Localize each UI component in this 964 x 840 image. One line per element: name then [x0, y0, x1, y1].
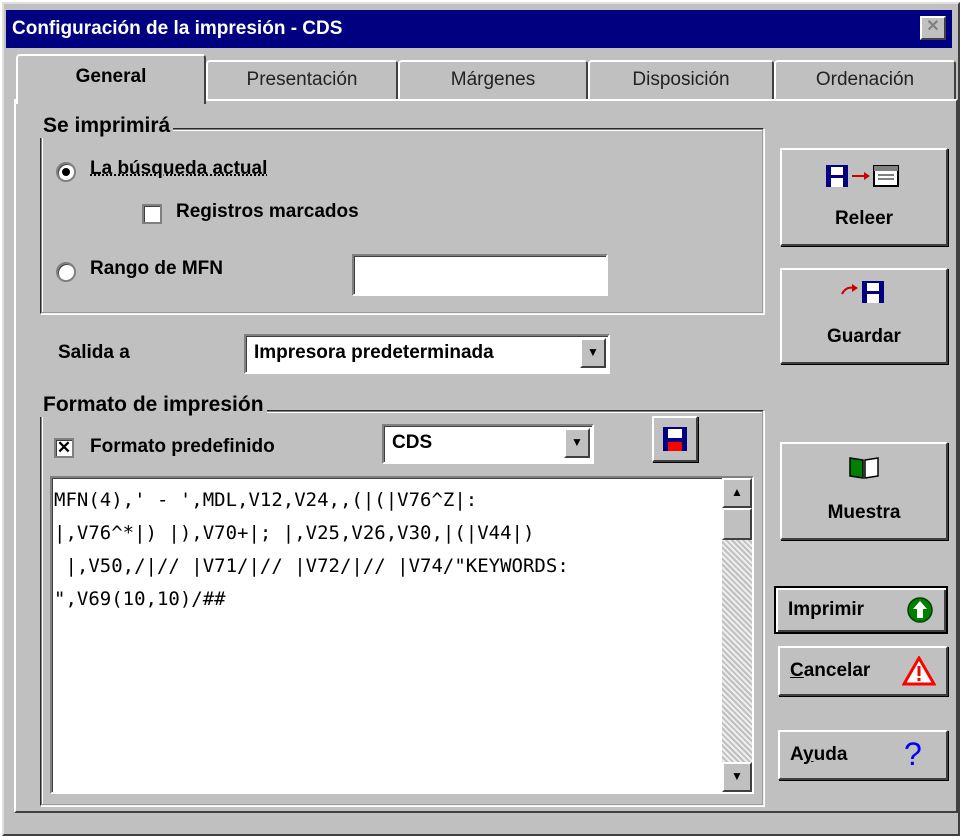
print-button[interactable]: Imprimir — [774, 586, 948, 634]
help-button[interactable]: Ayuda ? — [778, 730, 948, 780]
warning-triangle-icon — [902, 656, 936, 686]
save-button[interactable]: Guardar — [780, 268, 948, 364]
cancel-label-rest: ancelar — [803, 660, 871, 681]
output-label: Salida a — [58, 342, 130, 363]
print-label: Imprimir — [788, 599, 865, 620]
help-label-rest: uda — [813, 744, 848, 765]
output-select[interactable]: Impresora predeterminada ▼ — [244, 334, 610, 374]
mfn-range-label[interactable]: Rango de MFN — [90, 258, 223, 280]
scroll-thumb[interactable] — [722, 508, 752, 540]
save-format-button[interactable] — [652, 416, 698, 462]
tab-disposicion[interactable]: Disposición — [588, 60, 774, 100]
cancel-button[interactable]: Cancelar — [778, 646, 948, 696]
tab-label: Ordenación — [815, 69, 915, 90]
close-icon: ✕ — [926, 18, 940, 35]
question-mark-icon: ? — [904, 736, 922, 772]
format-scrollbar[interactable]: ▲ ▼ — [722, 478, 752, 792]
arrow-to-disk-icon — [841, 281, 884, 303]
tab-label: General — [75, 66, 147, 87]
current-search-label[interactable]: La búsqueda actual — [90, 158, 267, 180]
format-text: MFN(4),' - ',MDL,V12,V24,,(|(|V76^Z|: |,… — [54, 489, 569, 610]
help-label-prefix: A — [790, 744, 804, 765]
green-up-arrow-icon — [907, 597, 933, 623]
format-select[interactable]: CDS ▼ — [382, 424, 594, 464]
cancel-label: Cancelar — [790, 660, 870, 682]
checkbox-check-icon: ✕ — [56, 438, 72, 457]
predefined-format-checkbox[interactable]: ✕ — [54, 438, 74, 458]
current-search-radio[interactable] — [56, 162, 76, 182]
output-selected-value: Impresora predeterminada — [254, 342, 494, 363]
cancel-accelerator: C — [790, 660, 804, 681]
chevron-down-icon[interactable]: ▼ — [580, 338, 606, 368]
window-title: Configuración de la impresión - CDS — [12, 18, 343, 39]
sample-button[interactable]: Muestra — [780, 442, 948, 540]
mfn-range-radio[interactable] — [56, 262, 76, 282]
chevron-down-icon[interactable]: ▼ — [564, 428, 590, 458]
close-button[interactable]: ✕ — [920, 16, 946, 40]
format-editor[interactable]: MFN(4),' - ',MDL,V12,V24,,(|(|V76^Z|: |,… — [50, 476, 754, 794]
title-bar[interactable]: Configuración de la impresión - CDS ✕ — [6, 10, 952, 48]
tab-presentacion[interactable]: Presentación — [206, 60, 398, 100]
print-scope-heading: Se imprimirá — [40, 114, 174, 138]
scroll-up-button[interactable]: ▲ — [722, 478, 752, 508]
marked-records-checkbox[interactable] — [142, 204, 162, 224]
tab-margenes[interactable]: Márgenes — [398, 60, 588, 100]
format-selected-value: CDS — [392, 432, 433, 453]
tab-label: Disposición — [632, 69, 730, 90]
floppy-disk-icon — [663, 427, 687, 451]
marked-records-label[interactable]: Registros marcados — [176, 201, 359, 223]
print-format-heading: Formato de impresión — [40, 393, 267, 417]
predefined-format-label[interactable]: Formato predefinido — [90, 436, 275, 458]
sample-label: Muestra — [827, 502, 901, 523]
tab-label: Presentación — [246, 69, 358, 90]
save-label: Guardar — [827, 326, 901, 347]
help-label: Ayuda — [790, 744, 847, 766]
mfn-range-input[interactable] — [352, 254, 608, 296]
tab-label: Márgenes — [450, 69, 536, 90]
help-accelerator: y — [803, 744, 814, 765]
scroll-down-button[interactable]: ▼ — [722, 762, 752, 792]
open-book-icon — [849, 457, 879, 479]
reread-button[interactable]: Releer — [780, 148, 948, 246]
tab-join — [20, 96, 200, 102]
reread-label: Releer — [834, 208, 894, 229]
tab-ordenacion[interactable]: Ordenación — [774, 60, 956, 100]
save-to-window-icon — [826, 165, 899, 187]
